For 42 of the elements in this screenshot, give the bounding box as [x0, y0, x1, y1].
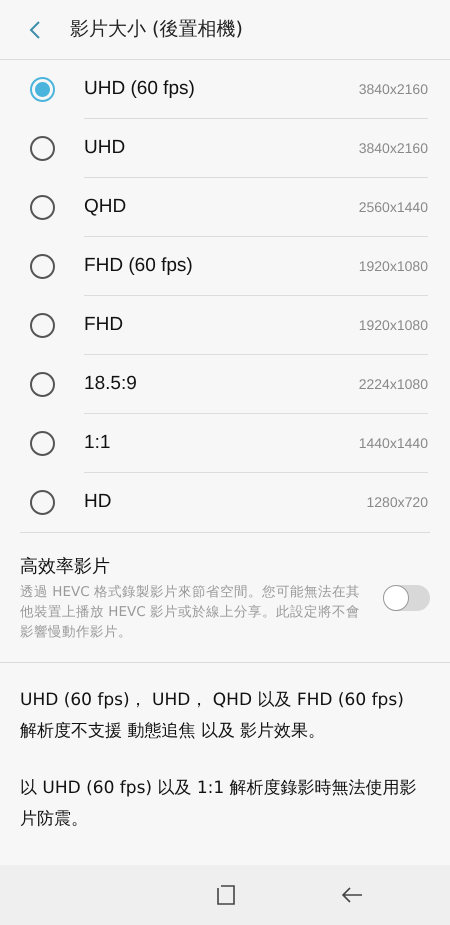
radio-button[interactable]: [30, 254, 55, 279]
recent-apps-button[interactable]: [214, 883, 238, 907]
setting-title: 高效率影片: [20, 555, 111, 579]
resolution-value: 1920x1080: [358, 316, 428, 334]
resolution-option[interactable]: UHD 3840x2160: [0, 119, 450, 178]
option-label: 18.5:9: [84, 372, 138, 396]
resolution-value: 3840x2160: [358, 80, 428, 98]
resolution-option[interactable]: FHD (60 fps) 1920x1080: [0, 237, 450, 296]
chevron-left-icon: [29, 20, 41, 40]
option-label: FHD (60 fps): [84, 254, 194, 278]
radio-button[interactable]: [30, 136, 55, 161]
resolution-option[interactable]: QHD 2560x1440: [0, 178, 450, 237]
resolution-value: 1920x1080: [358, 256, 428, 276]
note-text: 以 UHD (60 fps) 以及 1:1 解析度錄影時無法使用影片防震。: [20, 777, 418, 831]
back-arrow-icon: [341, 886, 363, 904]
resolution-value: 1440x1440: [358, 434, 428, 452]
setting-description: 透過 HEVC 格式錄製影片來節省空間。您可能無法在其他裝置上播放 HEVC 影片或於線上分享。此設定將不會影響慢動作影片。: [20, 583, 361, 642]
option-label: UHD: [84, 136, 126, 160]
option-label: UHD (60 fps): [84, 76, 196, 101]
resolution-option[interactable]: HD 1280x720: [0, 473, 450, 532]
screen-title: 影片大小 (後置相機): [70, 17, 243, 42]
option-label: 1:1: [84, 430, 112, 455]
resolution-option[interactable]: UHD (60 fps) 3840x2160: [0, 60, 450, 119]
radio-button[interactable]: [30, 77, 55, 102]
radio-button[interactable]: [30, 372, 55, 397]
resolution-option[interactable]: FHD 1920x1080: [0, 296, 450, 355]
resolution-value: 2224x1080: [358, 374, 428, 394]
option-label: HD: [84, 490, 112, 514]
toggle-switch[interactable]: [383, 584, 430, 610]
radio-button[interactable]: [30, 490, 55, 515]
option-label: QHD: [84, 194, 128, 219]
resolution-value: 2560x1440: [358, 198, 428, 216]
note-text: UHD (60 fps)， UHD， QHD 以及 FHD (60 fps) 解析度不支援 動態追焦 以及 影片效果。: [20, 689, 405, 743]
resolution-value: 1280x720: [366, 493, 428, 512]
option-label: FHD: [84, 312, 124, 337]
radio-button[interactable]: [30, 431, 55, 456]
recent-apps-icon: [216, 884, 236, 906]
resolution-option[interactable]: 18.5:9 2224x1080: [0, 355, 450, 414]
radio-button[interactable]: [30, 195, 55, 220]
resolution-option[interactable]: 1:1 1440x1440: [0, 414, 450, 473]
resolution-value: 3840x2160: [358, 138, 428, 158]
radio-button[interactable]: [30, 313, 55, 338]
